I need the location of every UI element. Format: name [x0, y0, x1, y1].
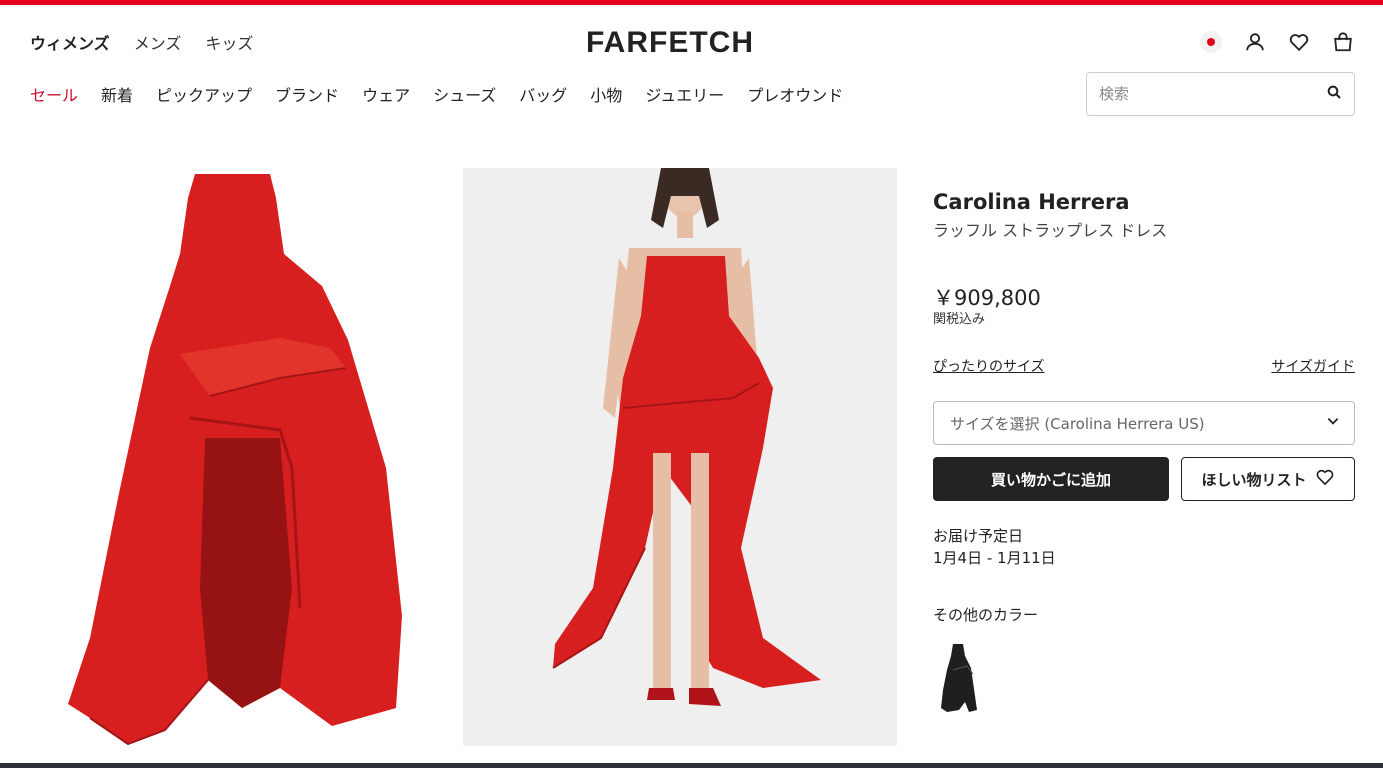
nav-jewelry[interactable]: ジュエリー [645, 82, 724, 106]
other-colors-label: その他のカラー [933, 606, 1039, 624]
search-box[interactable] [1086, 72, 1355, 116]
nav-bags[interactable]: バッグ [519, 82, 567, 106]
size-dropdown-label: サイズを選択 (Carolina Herrera US) [950, 414, 1205, 433]
product-image-model[interactable] [463, 162, 897, 746]
nav-shoes[interactable]: シューズ [433, 82, 496, 106]
account-icon[interactable] [1243, 30, 1267, 54]
heart-icon[interactable] [1287, 30, 1311, 54]
nav-kids[interactable]: キッズ [205, 30, 253, 54]
farfetch-logo[interactable]: FARFETCH [586, 26, 754, 60]
nav-clothing[interactable]: ウェア [362, 82, 410, 106]
bag-icon[interactable] [1331, 30, 1355, 54]
add-to-cart-button[interactable]: 買い物かごに追加 [933, 457, 1169, 501]
bottom-bar [0, 763, 1383, 768]
gender-nav: ウィメンズ メンズ キッズ [30, 30, 253, 54]
nav-pickup[interactable]: ピックアップ [156, 82, 252, 106]
fit-finder-link[interactable]: ぴったりのサイズ [933, 356, 1045, 376]
nav-accessories[interactable]: 小物 [590, 82, 622, 106]
japan-flag-icon[interactable] [1199, 30, 1223, 54]
size-guide-link[interactable]: サイズガイド [1271, 356, 1355, 376]
header-icons [1199, 30, 1355, 54]
delivery-dates: 1月4日 - 1月11日 [933, 549, 1056, 567]
nav-sale[interactable]: セール [30, 82, 78, 106]
size-dropdown[interactable]: サイズを選択 (Carolina Herrera US) [933, 401, 1355, 445]
top-accent-bar [0, 0, 1383, 5]
product-name: ラッフル ストラップレス ドレス [933, 221, 1168, 240]
nav-new-in[interactable]: 新着 [101, 82, 133, 106]
chevron-down-icon [1326, 414, 1340, 432]
tax-note: 関税込み [933, 312, 986, 327]
delivery-label: お届け予定日 [933, 527, 1024, 545]
wishlist-label: ほしい物リスト [1201, 470, 1307, 489]
nav-brands[interactable]: ブランド [275, 82, 339, 106]
category-nav: セール 新着 ピックアップ ブランド ウェア シューズ バッグ 小物 ジュエリー… [30, 82, 843, 106]
wishlist-button[interactable]: ほしい物リスト [1181, 457, 1355, 501]
nav-mens[interactable]: メンズ [134, 30, 182, 54]
color-swatch-black[interactable] [933, 640, 981, 716]
heart-icon [1315, 467, 1335, 491]
product-brand[interactable]: Carolina Herrera [933, 190, 1130, 214]
search-icon[interactable] [1326, 84, 1342, 104]
nav-womens[interactable]: ウィメンズ [30, 30, 110, 54]
product-image-main[interactable] [30, 168, 440, 746]
nav-preowned[interactable]: プレオウンド [747, 82, 843, 106]
search-input[interactable] [1099, 85, 1326, 103]
